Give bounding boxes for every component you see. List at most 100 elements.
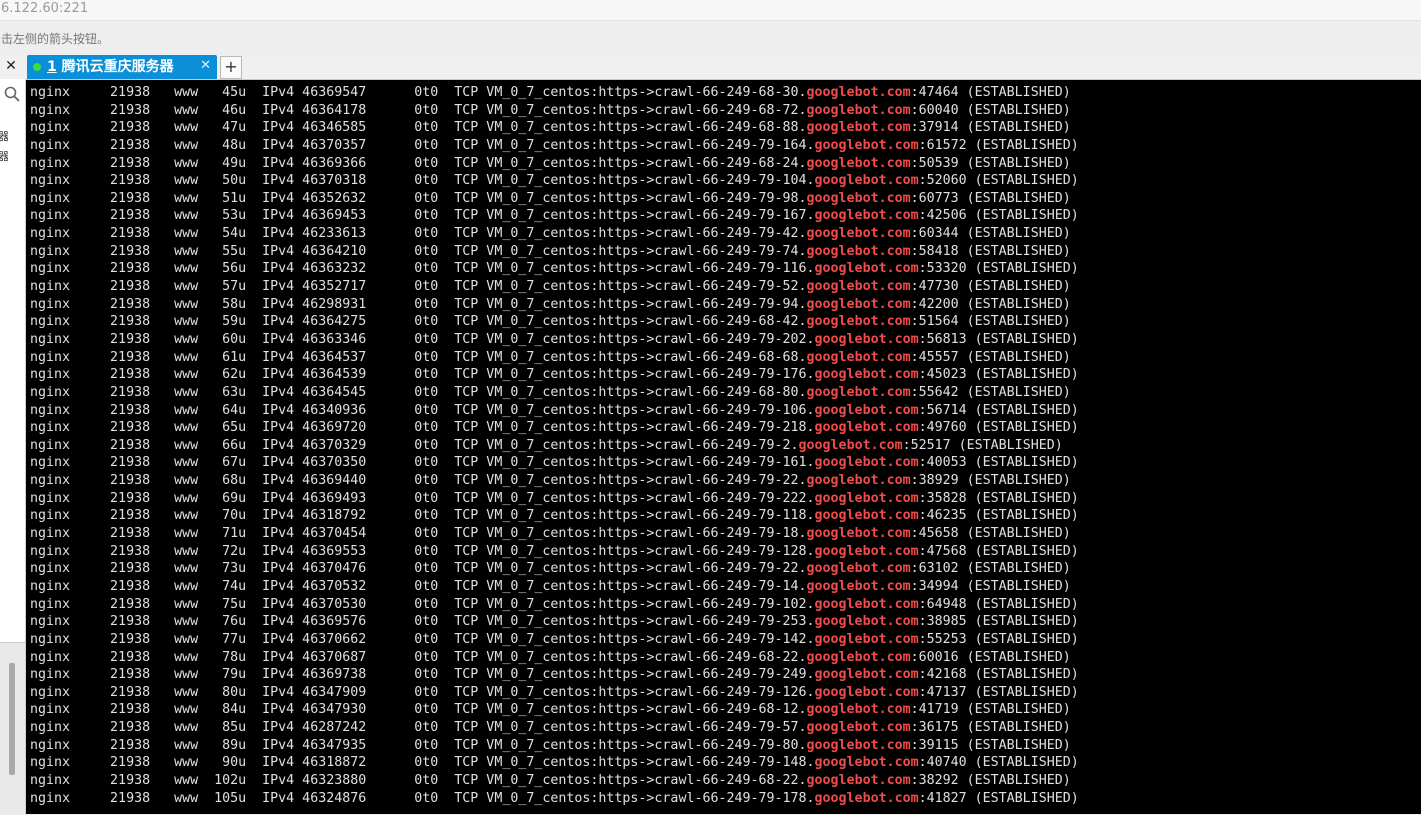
line-suffix: :40740 (ESTABLISHED) <box>918 755 1079 771</box>
line-text: nginx 21938 www 89u IPv4 46347935 0t0 TC… <box>30 737 807 753</box>
highlight-domain: googlebot.com <box>814 261 919 277</box>
terminal-line: nginx 21938 www 90u IPv4 46318872 0t0 TC… <box>30 754 1079 772</box>
terminal-line: nginx 21938 www 46u IPv4 46364178 0t0 TC… <box>30 102 1079 120</box>
terminal-line: nginx 21938 www 84u IPv4 46347930 0t0 TC… <box>30 701 1079 719</box>
line-suffix: :55253 (ESTABLISHED) <box>918 631 1079 647</box>
line-text: nginx 21938 www 69u IPv4 46369493 0t0 TC… <box>30 490 815 506</box>
line-suffix: :34994 (ESTABLISHED) <box>910 578 1071 594</box>
highlight-domain: googlebot.com <box>798 437 903 453</box>
close-pane-icon[interactable]: ✕ <box>0 55 22 78</box>
line-text: nginx 21938 www 65u IPv4 46369720 0t0 TC… <box>30 420 815 436</box>
line-text: nginx 21938 www 63u IPv4 46364545 0t0 TC… <box>30 384 807 400</box>
terminal-line: nginx 21938 www 57u IPv4 46352717 0t0 TC… <box>30 278 1079 296</box>
terminal-line: nginx 21938 www 54u IPv4 46233613 0t0 TC… <box>30 225 1079 243</box>
terminal-line: nginx 21938 www 53u IPv4 46369453 0t0 TC… <box>30 207 1079 225</box>
highlight-domain: googlebot.com <box>814 402 919 418</box>
terminal-line: nginx 21938 www 69u IPv4 46369493 0t0 TC… <box>30 490 1079 508</box>
left-panel-lower <box>0 642 25 815</box>
terminal-output[interactable]: nginx 21938 www 45u IPv4 46369547 0t0 TC… <box>26 80 1421 814</box>
terminal-line: nginx 21938 www 66u IPv4 46370329 0t0 TC… <box>30 437 1079 455</box>
highlight-domain: googlebot.com <box>814 490 919 506</box>
connected-status-icon <box>33 63 41 71</box>
highlight-domain: googlebot.com <box>806 702 911 718</box>
highlight-domain: googlebot.com <box>806 190 911 206</box>
line-text: nginx 21938 www 71u IPv4 46370454 0t0 TC… <box>30 526 807 542</box>
highlight-domain: googlebot.com <box>806 772 911 788</box>
terminal-line: nginx 21938 www 71u IPv4 46370454 0t0 TC… <box>30 525 1079 543</box>
highlight-domain: googlebot.com <box>806 226 911 242</box>
line-suffix: :38985 (ESTABLISHED) <box>918 614 1079 630</box>
line-text: nginx 21938 www 78u IPv4 46370687 0t0 TC… <box>30 649 807 665</box>
line-suffix: :38929 (ESTABLISHED) <box>910 473 1071 489</box>
line-suffix: :61572 (ESTABLISHED) <box>918 137 1079 153</box>
line-text: nginx 21938 www 60u IPv4 46363346 0t0 TC… <box>30 331 815 347</box>
highlight-domain: googlebot.com <box>814 614 919 630</box>
highlight-domain: googlebot.com <box>806 85 911 100</box>
highlight-domain: googlebot.com <box>814 455 919 471</box>
highlight-domain: googlebot.com <box>806 720 911 736</box>
line-text: nginx 21938 www 54u IPv4 46233613 0t0 TC… <box>30 226 807 242</box>
terminal-line: nginx 21938 www 76u IPv4 46369576 0t0 TC… <box>30 613 1079 631</box>
line-text: nginx 21938 www 62u IPv4 46364539 0t0 TC… <box>30 367 815 383</box>
highlight-domain: googlebot.com <box>814 631 919 647</box>
line-suffix: :47568 (ESTABLISHED) <box>918 543 1079 559</box>
line-suffix: :46235 (ESTABLISHED) <box>918 508 1079 524</box>
tab-close-icon[interactable]: ✕ <box>200 57 211 75</box>
line-text: nginx 21938 www 72u IPv4 46369553 0t0 TC… <box>30 543 815 559</box>
line-text: nginx 21938 www 70u IPv4 46318792 0t0 TC… <box>30 508 815 524</box>
hint-text: 击左侧的箭头按钮。 <box>1 32 110 46</box>
line-suffix: :52517 (ESTABLISHED) <box>902 437 1063 453</box>
line-text: nginx 21938 www 55u IPv4 46364210 0t0 TC… <box>30 243 807 259</box>
highlight-domain: googlebot.com <box>806 243 911 259</box>
line-text: nginx 21938 www 67u IPv4 46370350 0t0 TC… <box>30 455 815 471</box>
highlight-domain: googlebot.com <box>814 790 919 806</box>
line-suffix: :42506 (ESTABLISHED) <box>918 208 1079 224</box>
highlight-domain: googlebot.com <box>814 596 919 612</box>
highlight-domain: googlebot.com <box>806 578 911 594</box>
line-suffix: :41719 (ESTABLISHED) <box>910 702 1071 718</box>
terminal-line: nginx 21938 www 48u IPv4 46370357 0t0 TC… <box>30 137 1079 155</box>
line-suffix: :53320 (ESTABLISHED) <box>918 261 1079 277</box>
line-suffix: :51564 (ESTABLISHED) <box>910 314 1071 330</box>
highlight-domain: googlebot.com <box>806 561 911 577</box>
line-suffix: :58418 (ESTABLISHED) <box>910 243 1071 259</box>
terminal-line: nginx 21938 www 56u IPv4 46363232 0t0 TC… <box>30 260 1079 278</box>
line-text: nginx 21938 www 46u IPv4 46364178 0t0 TC… <box>30 102 807 118</box>
terminal-line: nginx 21938 www 74u IPv4 46370532 0t0 TC… <box>30 578 1079 596</box>
terminal-line: nginx 21938 www 47u IPv4 46346585 0t0 TC… <box>30 119 1079 137</box>
line-suffix: :36175 (ESTABLISHED) <box>910 720 1071 736</box>
tab-session-1[interactable]: 1 腾讯云重庆服务器 ✕ <box>27 55 217 79</box>
terminal-line: nginx 21938 www 61u IPv4 46364537 0t0 TC… <box>30 349 1079 367</box>
line-suffix: :60040 (ESTABLISHED) <box>910 102 1071 118</box>
line-text: nginx 21938 www 74u IPv4 46370532 0t0 TC… <box>30 578 807 594</box>
terminal-line: nginx 21938 www 60u IPv4 46363346 0t0 TC… <box>30 331 1079 349</box>
line-text: nginx 21938 www 77u IPv4 46370662 0t0 TC… <box>30 631 815 647</box>
highlight-domain: googlebot.com <box>806 384 911 400</box>
line-text: nginx 21938 www 105u IPv4 46324876 0t0 T… <box>30 790 815 806</box>
line-suffix: :49760 (ESTABLISHED) <box>918 420 1079 436</box>
search-icon[interactable] <box>3 85 21 103</box>
tab-strip: ✕ 1 腾讯云重庆服务器 ✕ + <box>0 55 1421 80</box>
line-text: nginx 21938 www 48u IPv4 46370357 0t0 TC… <box>30 137 815 153</box>
terminal-line: nginx 21938 www 78u IPv4 46370687 0t0 TC… <box>30 649 1079 667</box>
highlight-domain: googlebot.com <box>806 526 911 542</box>
new-tab-button[interactable]: + <box>220 56 242 79</box>
terminal-line: nginx 21938 www 72u IPv4 46369553 0t0 TC… <box>30 543 1079 561</box>
line-text: nginx 21938 www 73u IPv4 46370476 0t0 TC… <box>30 561 807 577</box>
line-suffix: :37914 (ESTABLISHED) <box>910 120 1071 136</box>
terminal-line: nginx 21938 www 45u IPv4 46369547 0t0 TC… <box>30 84 1079 102</box>
line-suffix: :60016 (ESTABLISHED) <box>910 649 1071 665</box>
line-text: nginx 21938 www 59u IPv4 46364275 0t0 TC… <box>30 314 807 330</box>
highlight-domain: googlebot.com <box>814 755 919 771</box>
terminal-line: nginx 21938 www 49u IPv4 46369366 0t0 TC… <box>30 155 1079 173</box>
highlight-domain: googlebot.com <box>814 667 919 683</box>
terminal-line: nginx 21938 www 51u IPv4 46352632 0t0 TC… <box>30 190 1079 208</box>
terminal-line: nginx 21938 www 80u IPv4 46347909 0t0 TC… <box>30 684 1079 702</box>
scrollbar-thumb[interactable] <box>9 663 15 775</box>
highlight-domain: googlebot.com <box>814 137 919 153</box>
line-suffix: :39115 (ESTABLISHED) <box>910 737 1071 753</box>
highlight-domain: googlebot.com <box>806 314 911 330</box>
line-text: nginx 21938 www 76u IPv4 46369576 0t0 TC… <box>30 614 815 630</box>
highlight-domain: googlebot.com <box>814 367 919 383</box>
line-suffix: :41827 (ESTABLISHED) <box>918 790 1079 806</box>
